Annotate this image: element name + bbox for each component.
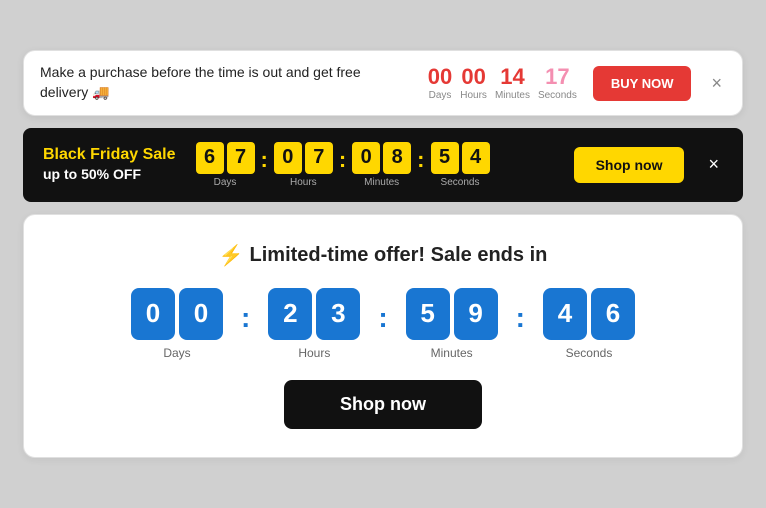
bf-countdown: 6 7 Days : 0 7 Hours : 0 8 Minutes : 5 4 — [196, 142, 490, 188]
minutes-value: 14 — [500, 66, 524, 88]
colon-1: : — [261, 147, 268, 173]
close-banner2-button[interactable]: × — [704, 150, 723, 179]
bf-shop-now-button[interactable]: Shop now — [574, 147, 685, 183]
sale-days-label: Days — [163, 346, 190, 360]
days-value: 00 — [428, 66, 452, 88]
sale-title: Limited-time offer! Sale ends in — [250, 244, 548, 267]
buy-now-button[interactable]: BUY NOW — [593, 66, 692, 101]
minutes-unit: 14 Minutes — [495, 66, 530, 101]
sale-minutes-label: Minutes — [431, 346, 473, 360]
sale-minutes-unit: 5 9 Minutes — [406, 288, 498, 360]
sale-seconds-digits: 4 6 — [543, 288, 635, 340]
sale-colon-3: : — [516, 302, 525, 334]
bf-minutes-d1: 0 — [352, 142, 380, 174]
bf-seconds-d2: 4 — [462, 142, 490, 174]
sale-title-row: ⚡ Limited-time offer! Sale ends in — [219, 243, 548, 268]
hours-value: 00 — [461, 66, 485, 88]
bf-minutes-d2: 8 — [383, 142, 411, 174]
seconds-value: 17 — [545, 66, 569, 88]
bf-hours-d2: 7 — [305, 142, 333, 174]
bf-days-label: Days — [214, 177, 237, 188]
bf-subtitle: up to 50% OFF — [43, 166, 141, 182]
bf-hours-label: Hours — [290, 177, 317, 188]
sale-hours-label: Hours — [298, 346, 330, 360]
countdown-inline: 00 Days 00 Hours 14 Minutes 17 Seconds — [428, 66, 577, 101]
bf-hours-unit: 0 7 Hours — [274, 142, 333, 188]
sale-shop-now-button[interactable]: Shop now — [284, 380, 482, 429]
sale-colon-2: : — [378, 302, 387, 334]
bf-seconds-d1: 5 — [431, 142, 459, 174]
banner-notification: Make a purchase before the time is out a… — [23, 50, 743, 115]
bf-days-d1: 6 — [196, 142, 224, 174]
sale-colon-1: : — [241, 302, 250, 334]
banner-notification-text: Make a purchase before the time is out a… — [40, 63, 412, 102]
hours-unit: 00 Hours — [460, 66, 487, 101]
bf-seconds-label: Seconds — [441, 177, 480, 188]
bf-minutes-unit: 0 8 Minutes — [352, 142, 411, 188]
bf-hours-d1: 0 — [274, 142, 302, 174]
bf-seconds-unit: 5 4 Seconds — [431, 142, 490, 188]
bf-minutes-digits: 0 8 — [352, 142, 411, 174]
sale-countdown: 0 0 Days : 2 3 Hours : 5 9 Minutes : 4 6 — [131, 288, 635, 360]
days-label: Days — [429, 90, 452, 101]
hours-label: Hours — [460, 90, 487, 101]
bf-days-digits: 6 7 — [196, 142, 255, 174]
sale-seconds-d1: 4 — [543, 288, 587, 340]
sale-days-d2: 0 — [179, 288, 223, 340]
bf-days-unit: 6 7 Days — [196, 142, 255, 188]
sale-hours-d1: 2 — [268, 288, 312, 340]
seconds-label: Seconds — [538, 90, 577, 101]
colon-2: : — [339, 147, 346, 173]
sale-seconds-unit: 4 6 Seconds — [543, 288, 635, 360]
sale-days-d1: 0 — [131, 288, 175, 340]
bf-hours-digits: 0 7 — [274, 142, 333, 174]
sale-minutes-d1: 5 — [406, 288, 450, 340]
sale-hours-d2: 3 — [316, 288, 360, 340]
bf-seconds-digits: 5 4 — [431, 142, 490, 174]
sale-minutes-d2: 9 — [454, 288, 498, 340]
bf-title: Black Friday Sale — [43, 145, 176, 166]
sale-hours-unit: 2 3 Hours — [268, 288, 360, 360]
sale-hours-digits: 2 3 — [268, 288, 360, 340]
days-unit: 00 Days — [428, 66, 452, 101]
bf-title-block: Black Friday Sale up to 50% OFF — [43, 145, 176, 185]
minutes-label: Minutes — [495, 90, 530, 101]
bf-minutes-label: Minutes — [364, 177, 399, 188]
sale-seconds-d2: 6 — [591, 288, 635, 340]
sale-seconds-label: Seconds — [566, 346, 613, 360]
black-friday-banner: Black Friday Sale up to 50% OFF 6 7 Days… — [23, 128, 743, 202]
bf-days-d2: 7 — [227, 142, 255, 174]
colon-3: : — [417, 147, 424, 173]
sale-card: ⚡ Limited-time offer! Sale ends in 0 0 D… — [23, 214, 743, 458]
sale-days-unit: 0 0 Days — [131, 288, 223, 360]
close-banner1-button[interactable]: × — [707, 69, 726, 98]
lightning-icon: ⚡ — [219, 243, 244, 268]
seconds-unit: 17 Seconds — [538, 66, 577, 101]
sale-days-digits: 0 0 — [131, 288, 223, 340]
sale-minutes-digits: 5 9 — [406, 288, 498, 340]
